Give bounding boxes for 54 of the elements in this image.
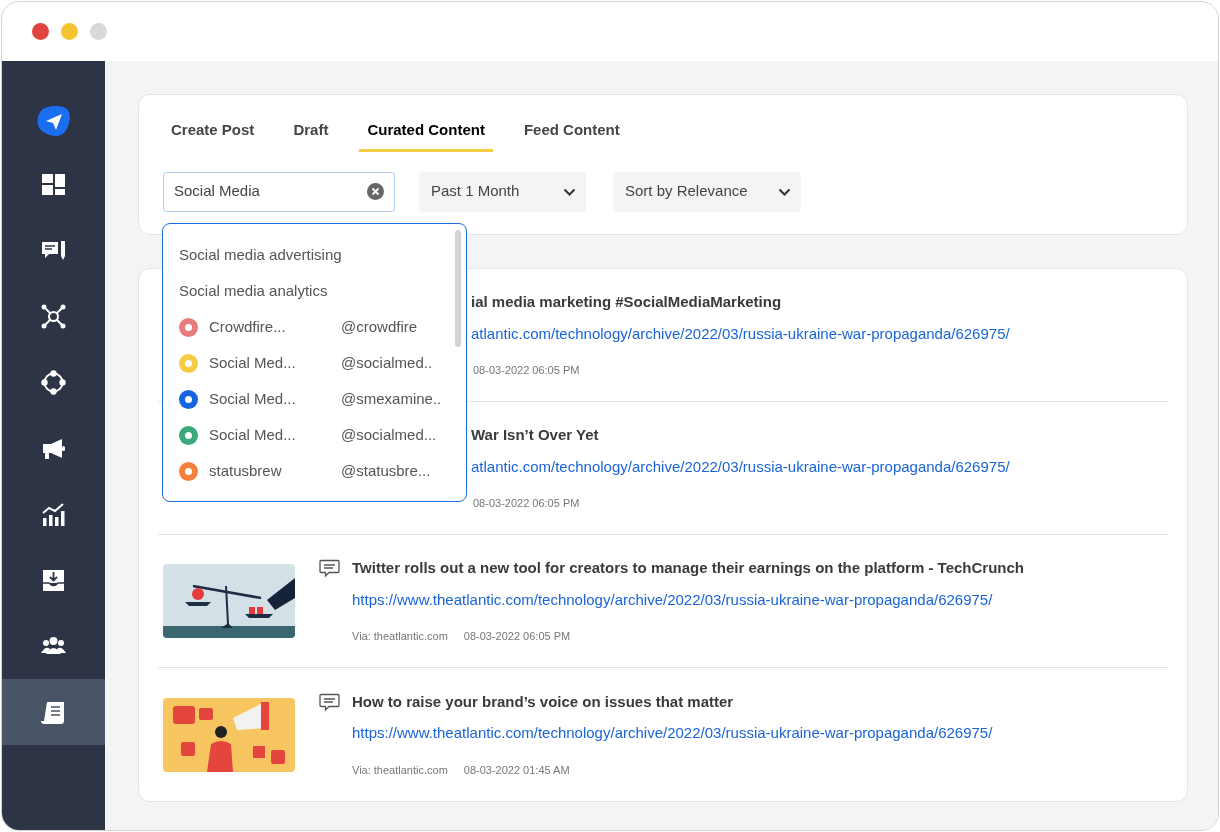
comment-icon[interactable] (319, 692, 340, 712)
scrollbar[interactable] (455, 230, 461, 347)
account-name: statusbrew (209, 460, 283, 481)
analytics-icon (41, 501, 66, 527)
filter-dropdown[interactable]: Sort by Relevance (613, 171, 801, 212)
network-icon (41, 303, 66, 329)
post-link[interactable]: atlantic.com/technology/archive/2022/03/russia-ukraine-war-propaganda/626975/ (471, 322, 1010, 346)
logo-icon[interactable] (36, 105, 71, 137)
filter-dropdown[interactable]: Past 1 Month (419, 171, 586, 212)
account-suggestion[interactable]: statusbrew @statusbre... (179, 453, 451, 489)
post-date: 08-03-2022 06:05 PM (463, 629, 571, 645)
post-title[interactable]: War Isn’t Over Yet (471, 424, 1010, 447)
post-link[interactable]: https://www.theatlantic.com/technology/archive/2022/03/russia-ukraine-war-propaganda/626975/ (352, 722, 993, 745)
clear-icon[interactable] (367, 183, 384, 200)
post-link[interactable]: https://www.theatlantic.com/technology/archive/2022/03/russia-ukraine-war-propaganda/626975/ (352, 588, 1025, 612)
account-suggestion[interactable]: Crowdfire... @crowdfire (179, 309, 451, 345)
account-handle: @smexamine.. (341, 388, 442, 409)
post-title[interactable]: Twitter rolls out a new tool for creators to manage their earnings on the platform - TechCrunch (352, 557, 1025, 580)
source-text: Via: theatlantic.com (352, 629, 448, 645)
post-title[interactable]: How to raise your brand’s voice on issues that matter (352, 690, 993, 714)
account-handle: @socialmed... (341, 424, 437, 445)
chevron-down-icon (778, 187, 791, 196)
search-text: Social Media (174, 181, 260, 202)
dashboard-icon (41, 171, 66, 197)
post-link[interactable]: atlantic.com/technology/archive/2022/03/russia-ukraine-war-propaganda/626975/ (471, 455, 1010, 479)
account-suggestion[interactable]: Social Med... @socialmed... (179, 417, 451, 453)
close-window-icon[interactable] (32, 23, 49, 40)
sidebar-item[interactable] (2, 679, 105, 745)
account-name: Social Med... (209, 388, 297, 409)
tab[interactable]: Curated Content (359, 115, 493, 152)
source-text: Via: theatlantic.com (352, 762, 448, 778)
account-handle: @statusbre... (341, 460, 431, 481)
account-suggestion[interactable]: Social Med... @socialmed.. (179, 345, 451, 381)
account-name: Crowdfire... (209, 316, 287, 337)
post-date: 08-03-2022 06:05 PM (473, 363, 580, 379)
comment-icon[interactable] (319, 559, 340, 579)
tab[interactable]: Feed Content (515, 115, 628, 152)
account-handle: @socialmed.. (341, 352, 433, 373)
account-name: Social Med... (209, 352, 297, 373)
cycle-icon (41, 369, 66, 395)
account-suggestion[interactable]: Social Med... @smexamine.. (179, 381, 451, 417)
tab[interactable]: Draft (285, 115, 337, 152)
search-field[interactable]: Social Media (163, 171, 395, 212)
post-title[interactable]: ial media marketing #SocialMediaMarketing (471, 291, 1010, 314)
suggestion-item[interactable]: Social media analytics (179, 273, 439, 309)
tab[interactable]: Create Post (163, 115, 263, 152)
account-handle: @crowdfire (341, 316, 418, 337)
suggestion-item[interactable]: Social media advertising (179, 237, 439, 273)
post-date: 08-03-2022 01:45 AM (463, 762, 570, 778)
document-icon (41, 699, 66, 725)
chevron-down-icon (563, 187, 576, 196)
inbox-icon (41, 567, 66, 593)
post-date: 08-03-2022 06:05 PM (473, 496, 580, 512)
account-name: Social Med... (209, 424, 297, 445)
